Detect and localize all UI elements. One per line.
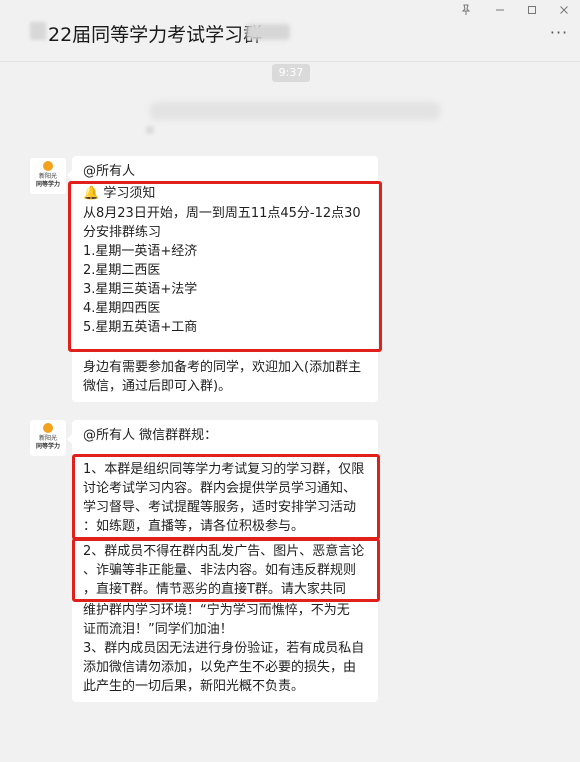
avatar[interactable]: 新阳光 同等学力 bbox=[30, 420, 66, 456]
message-line: 证而流泪！”同学们加油！ bbox=[83, 622, 233, 637]
message-line: 此产生的一切后果，新阳光概不负责。 bbox=[83, 679, 305, 694]
message-line: 维护群内学习环境！“宁为学习而憔悴，不为无 bbox=[83, 603, 350, 618]
avatar-label-bottom: 同等学力 bbox=[35, 181, 60, 188]
message-line: 3、群内成员因无法进行身份验证，若有成员私自 bbox=[83, 641, 365, 656]
message-line: 2.星期二西医 bbox=[83, 263, 161, 278]
avatar-label-bottom: 同等学力 bbox=[35, 443, 60, 450]
message-line: ，直接T群。情节恶劣的直接T群。请大家共同 bbox=[83, 582, 346, 597]
avatar-label-top: 新阳光 bbox=[38, 173, 57, 180]
message-line: 从8月23日开始，周一到周五11点45分-12点30 bbox=[83, 206, 361, 221]
message-line: 身边有需要参加备考的同学，欢迎加入(添加群主 bbox=[83, 360, 362, 375]
message-bubble[interactable]: @所有人 🔔 学习须知 从8月23日开始，周一到周五11点45分-12点30 分… bbox=[67, 156, 378, 402]
timestamp-badge: 9:37 bbox=[272, 64, 310, 82]
avatar[interactable]: 新阳光 同等学力 bbox=[30, 158, 66, 194]
more-icon[interactable]: ··· bbox=[548, 25, 570, 41]
message-line: 添加微信请勿添加，以免产生不必要的损失，由 bbox=[83, 660, 357, 675]
message-line: 讨论考试学习内容。群内会提供学员学习通知、 bbox=[83, 481, 357, 496]
message-line: 2、群成员不得在群内乱发广告、图片、恶意言论 bbox=[83, 544, 365, 559]
sun-logo-icon bbox=[43, 423, 53, 433]
title-divider bbox=[0, 61, 580, 62]
minimize-icon[interactable] bbox=[488, 4, 512, 20]
message-line: 微信，通过后即可入群)。 bbox=[83, 379, 232, 394]
title-bar: 22届同等学力考试学习群 ··· bbox=[0, 0, 580, 62]
message-bubble[interactable]: @所有人 微信群群规： 1、本群是组织同等学力考试复习的学习群，仅限 讨论考试学… bbox=[67, 420, 378, 702]
redacted-system-notice bbox=[150, 102, 440, 120]
message-line: 1、本群是组织同等学力考试复习的学习群，仅限 bbox=[83, 462, 365, 477]
avatar-label-top: 新阳光 bbox=[38, 435, 57, 442]
message-line: 、诈骗等非正能量、非法内容。如有违反群规则 bbox=[83, 563, 357, 578]
title-redacted-prefix bbox=[30, 22, 46, 40]
maximize-icon[interactable] bbox=[520, 4, 544, 20]
redacted-system-notice-dot bbox=[146, 126, 154, 134]
message-line: 3.星期三英语+法学 bbox=[83, 282, 198, 297]
message-line: 4.星期四西医 bbox=[83, 301, 161, 316]
close-icon[interactable] bbox=[552, 4, 576, 20]
message-line: 5.星期五英语+工商 bbox=[83, 320, 198, 335]
pin-icon[interactable] bbox=[454, 4, 478, 20]
sun-logo-icon bbox=[43, 161, 53, 171]
message-line: 🔔 学习须知 bbox=[83, 186, 156, 201]
message-line: 分安排群练习 bbox=[83, 225, 162, 240]
message-line: @所有人 微信群群规： bbox=[83, 428, 218, 443]
chat-title: 22届同等学力考试学习群 bbox=[48, 24, 263, 46]
message-line: @所有人 bbox=[83, 164, 136, 179]
message-line: 1.星期一英语+经济 bbox=[83, 244, 198, 259]
message-line: 学习督导、考试提醒等服务，适时安排学习活动 bbox=[83, 500, 357, 515]
title-redacted-suffix bbox=[246, 24, 290, 40]
message-line: ：如练题，直播等，请各位积极参与。 bbox=[83, 519, 305, 534]
